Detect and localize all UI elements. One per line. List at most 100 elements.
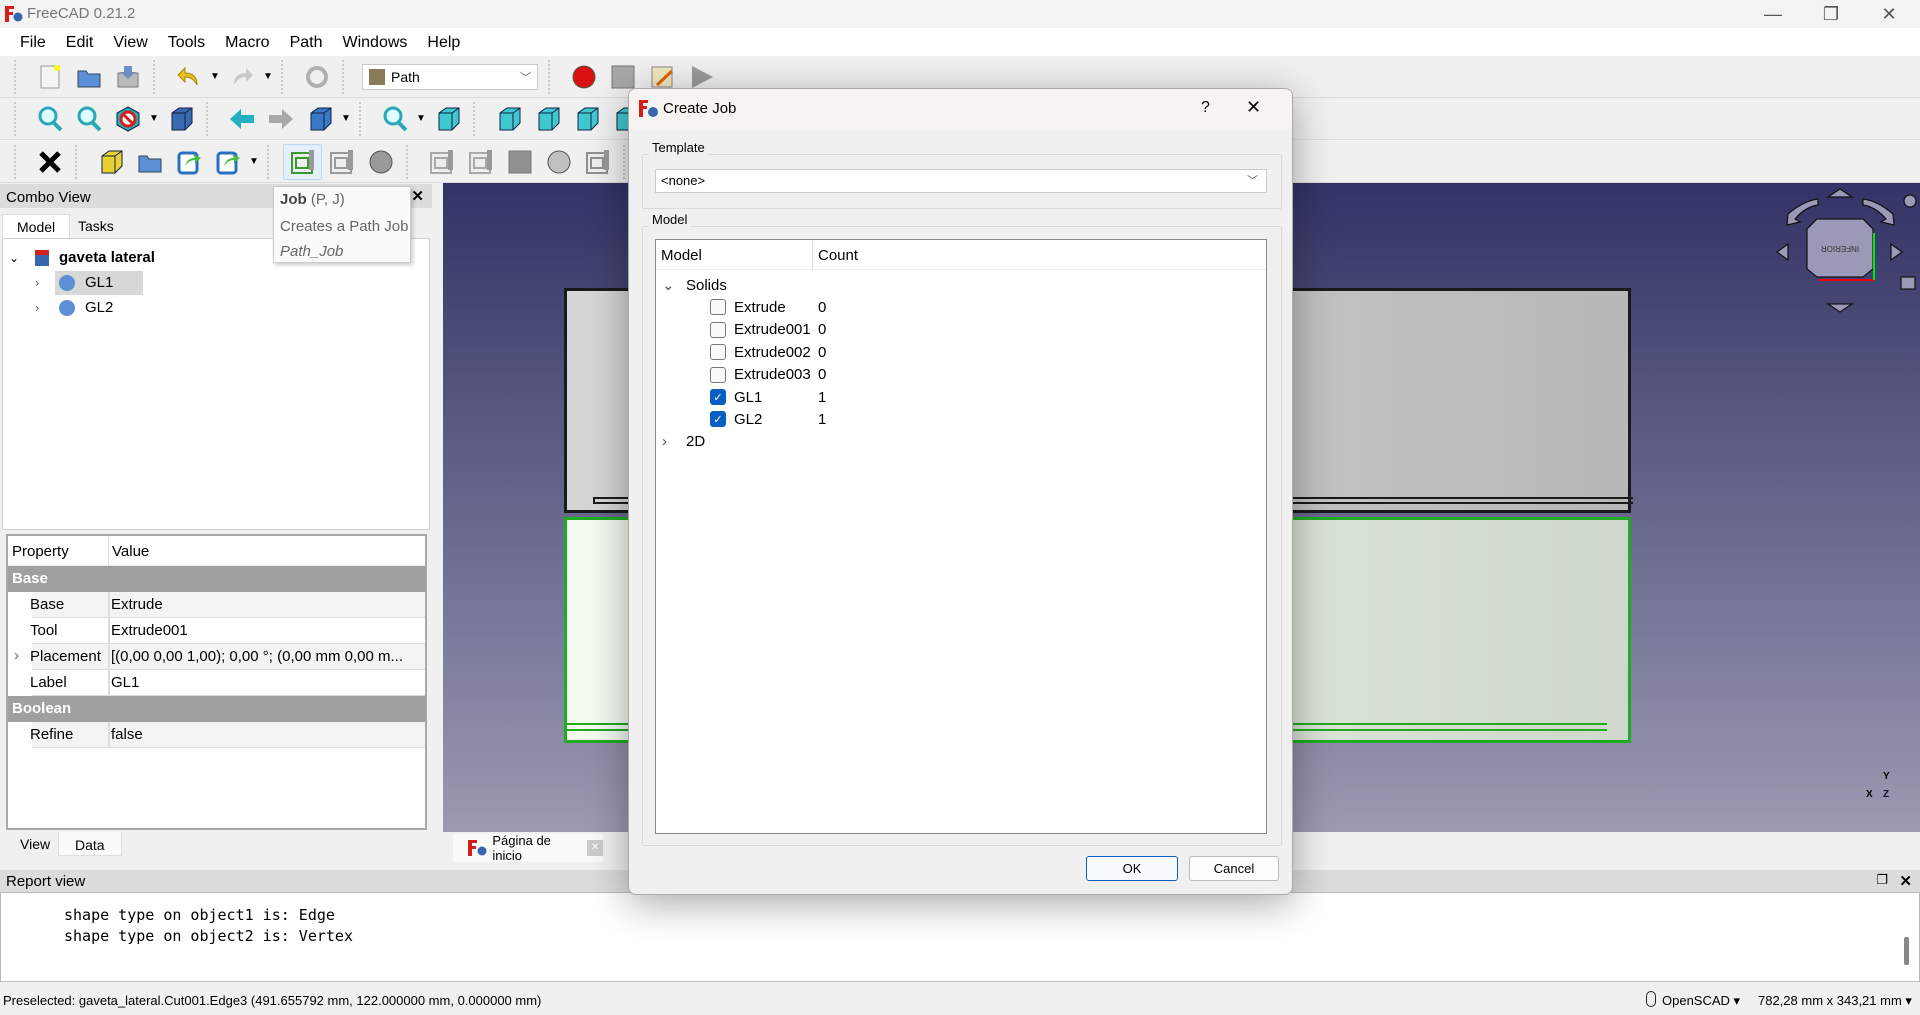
chevron-right-icon[interactable]: › [662,433,686,450]
navigation-cube[interactable]: INFERIOR [1773,189,1918,319]
open-document-button[interactable] [69,59,108,95]
model-count[interactable]: 0 [818,364,826,386]
top-view-button[interactable] [528,101,567,137]
fit-selection-button[interactable] [69,101,108,137]
create-part-button[interactable] [91,144,130,180]
model-count[interactable]: 0 [818,296,826,318]
property-row[interactable]: › Placement [(0,00 0,00 1,00); 0,00 °; (0,… [8,644,425,670]
menu-path[interactable]: Path [280,28,333,56]
float-panel-icon[interactable]: ❐ [1876,872,1888,888]
dropdown-arrow-icon[interactable]: ▼ [261,71,275,82]
redo-button[interactable] [222,59,261,95]
dropdown-arrow-icon[interactable]: ▼ [208,71,222,82]
property-value[interactable]: [(0,00 0,00 1,00); 0,00 °; (0,00 mm 0,00… [111,648,403,665]
property-value[interactable]: GL1 [111,674,139,691]
chevron-down-icon[interactable]: ⌄ [9,251,29,265]
chevron-down-icon[interactable]: ⌄ [662,276,686,294]
dropdown-arrow-icon[interactable]: ▼ [147,113,161,124]
chevron-right-icon[interactable]: › [14,647,19,664]
sync-view-button[interactable] [375,101,414,137]
create-group-button[interactable] [130,144,169,180]
close-dialog-button[interactable]: ✕ [1246,97,1261,118]
tab-tasks[interactable]: Tasks [64,214,128,238]
column-header-count[interactable]: Count [818,247,858,264]
tool-library-button[interactable] [539,144,578,180]
dropdown-arrow-icon[interactable]: ▼ [247,156,261,167]
undo-button[interactable] [169,59,208,95]
chevron-right-icon[interactable]: › [35,275,55,290]
model-checkbox[interactable]: ✓ [710,411,726,428]
close-combo-view-button[interactable]: ✕ [411,187,424,205]
model-checkbox[interactable]: ✓ [710,389,726,405]
back-button[interactable] [222,101,261,137]
dimensions-button[interactable]: 782,28 mm x 343,21 mm ▾ [1758,993,1912,1009]
close-panel-icon[interactable]: ✕ [1899,872,1912,890]
menu-view[interactable]: View [103,28,157,56]
menu-macro[interactable]: Macro [215,28,279,56]
forward-button[interactable] [261,101,300,137]
dropdown-arrow-icon[interactable]: ▼ [414,113,428,124]
tab-start-page[interactable]: Página de inicio ✕ [453,833,603,863]
property-value[interactable]: false [111,726,143,743]
right-view-button[interactable] [567,101,606,137]
draw-style-button[interactable] [108,101,147,137]
model-item[interactable]: Extrude001 [710,319,811,341]
tool-bit-button[interactable] [422,144,461,180]
close-tab-icon[interactable]: ✕ [587,840,603,856]
isometric-view-button[interactable] [428,101,467,137]
model-item[interactable]: Extrude002 [710,341,811,363]
property-value[interactable]: Extrude001 [111,622,188,639]
model-count[interactable]: 0 [818,319,826,341]
property-row[interactable]: Tool Extrude001 [8,618,425,644]
cancel-button[interactable]: Cancel [1189,856,1279,881]
property-row[interactable]: Base Extrude [8,592,425,618]
report-scrollbar[interactable] [1904,937,1909,965]
menu-windows[interactable]: Windows [332,28,417,56]
tree-group-2d[interactable]: › 2D [662,431,705,453]
tree-group-solids[interactable]: ⌄ Solids [662,274,727,296]
property-group[interactable]: Base [8,566,425,592]
save-document-button[interactable] [108,59,147,95]
link-actions-button[interactable] [208,144,247,180]
model-checkbox[interactable] [710,344,726,361]
menu-edit[interactable]: Edit [56,28,104,56]
chevron-right-icon[interactable]: › [35,300,59,315]
model-checkbox[interactable] [710,366,726,383]
stock-button[interactable] [500,144,539,180]
bounding-box-button[interactable] [161,101,200,137]
front-view-button[interactable] [489,101,528,137]
model-item[interactable]: ✓ GL1 [710,386,762,408]
help-button[interactable]: ? [1201,99,1210,117]
property-value[interactable]: Extrude [111,596,163,613]
menu-help[interactable]: Help [417,28,470,56]
record-macro-button[interactable] [564,59,603,95]
navigation-style-button[interactable]: OpenSCAD ▾ [1662,993,1740,1009]
ok-button[interactable]: OK [1086,856,1178,881]
model-count[interactable]: 0 [818,341,826,363]
menu-file[interactable]: File [10,28,56,56]
fit-all-button[interactable] [30,101,69,137]
make-link-button[interactable] [169,144,208,180]
tool-controller-button[interactable] [461,144,500,180]
inspect-button[interactable] [361,144,400,180]
tab-data[interactable]: Data [58,832,122,856]
tree-item-gaveta-lateral[interactable]: ⌄ gaveta lateral [9,245,155,270]
menu-tools[interactable]: Tools [158,28,215,56]
close-x-button[interactable] [30,144,69,180]
tab-view[interactable]: View [6,832,65,856]
workbench-selector[interactable]: Path ﹀ [362,63,538,90]
tree-item-gl1[interactable]: › GL1 [35,270,163,295]
column-header-model[interactable]: Model [661,247,702,264]
restore-button[interactable]: ❐ [1802,0,1860,28]
drills-button[interactable] [578,144,617,180]
model-count[interactable]: 1 [818,386,826,408]
template-select[interactable]: <none> ﹀ [655,169,1267,193]
close-window-button[interactable]: ✕ [1860,0,1918,28]
minimize-button[interactable]: — [1744,0,1802,28]
dropdown-arrow-icon[interactable]: ▼ [339,113,353,124]
property-row[interactable]: Label GL1 [8,670,425,696]
model-count[interactable]: 1 [818,408,826,430]
refresh-button[interactable] [297,59,336,95]
tab-model[interactable]: Model [2,214,71,238]
model-item[interactable]: Extrude003 [710,364,811,386]
